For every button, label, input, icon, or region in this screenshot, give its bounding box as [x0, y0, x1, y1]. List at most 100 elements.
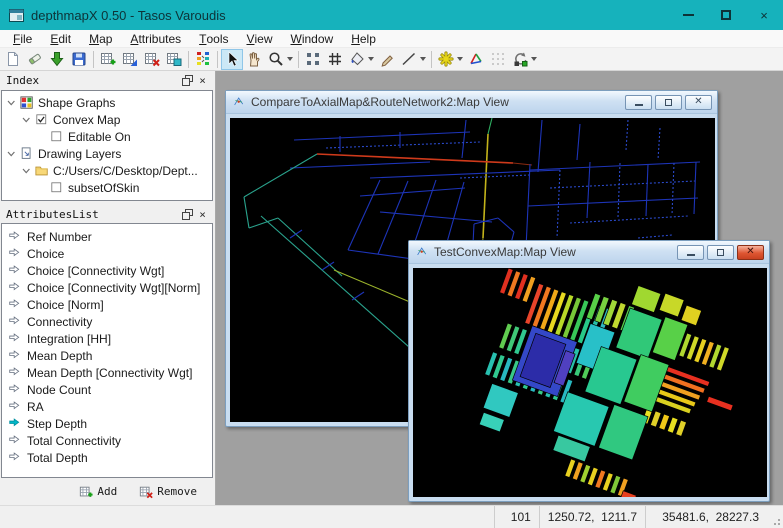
attribute-item-total-depth[interactable]: Total Depth	[2, 449, 212, 466]
attribute-item-ref-number[interactable]: Ref Number	[2, 228, 212, 245]
attribute-item-step-depth[interactable]: Step Depth	[2, 415, 212, 432]
mdi-maximize-button[interactable]	[655, 95, 682, 110]
import-button[interactable]	[46, 49, 68, 70]
attributes-float-icon[interactable]	[180, 207, 195, 221]
menu-tools[interactable]: Tools	[190, 30, 237, 47]
step-depth-tool-button[interactable]	[509, 49, 539, 70]
tree-item-editable-on[interactable]: Editable On	[2, 129, 212, 146]
dropdown-caret-icon[interactable]	[420, 57, 426, 61]
tree-item-subsetofskin[interactable]: subsetOfSkin	[2, 180, 212, 197]
mdi-close-button[interactable]: ✕	[685, 95, 712, 110]
close-button[interactable]: ×	[745, 0, 783, 30]
attribute-item-connectivity[interactable]: Connectivity	[2, 313, 212, 330]
tree-item-drawing-layers[interactable]: Drawing Layers	[2, 146, 212, 163]
attribute-item-mean-depth-connectivity-wgt[interactable]: Mean Depth [Connectivity Wgt]	[2, 364, 212, 381]
attribute-item-choice-norm[interactable]: Choice [Norm]	[2, 296, 212, 313]
mdi-title-bar[interactable]: CompareToAxialMap&RouteNetwork2:Map View…	[226, 91, 717, 114]
menu-file[interactable]: File	[4, 30, 41, 47]
main-area: Index × Shape GraphsConvex MapEditable O…	[0, 71, 783, 505]
attribute-item-total-connectivity[interactable]: Total Connectivity	[2, 432, 212, 449]
attribute-label: Choice [Norm]	[27, 298, 104, 312]
menu-help[interactable]: Help	[342, 30, 385, 47]
add-attribute-button[interactable]: Add	[79, 485, 117, 499]
attribute-label: Mean Depth [Connectivity Wgt]	[27, 366, 192, 380]
attribute-label: RA	[27, 400, 44, 414]
checkbox-checked-icon[interactable]	[35, 113, 49, 127]
point-grid-button[interactable]	[487, 49, 509, 70]
push-map-button[interactable]	[119, 49, 141, 70]
attribute-item-ra[interactable]: RA	[2, 398, 212, 415]
attributes-list: Ref NumberChoice Choice [Connectivity Wgt…	[1, 223, 213, 478]
step-depth-tool-icon	[512, 51, 528, 67]
checkbox-icon[interactable]	[50, 181, 64, 195]
attribute-item-choice-connectivity-wgt[interactable]: Choice [Connectivity Wgt]	[2, 262, 212, 279]
attribute-item-choice[interactable]: Choice	[2, 245, 212, 262]
mdi-maximize-button[interactable]	[707, 245, 734, 260]
window-title: depthmapX 0.50 - Tasos Varoudis	[31, 8, 669, 23]
window-controls: ×	[669, 0, 783, 30]
remove-attribute-button[interactable]: Remove	[139, 485, 197, 499]
dropdown-caret-icon[interactable]	[531, 57, 537, 61]
attribute-label: Choice [Connectivity Wgt]	[27, 264, 164, 278]
attribute-arrow-icon	[8, 366, 22, 380]
zoom-extents-icon	[305, 51, 321, 67]
show-grid-button[interactable]	[324, 49, 346, 70]
open-file-button[interactable]	[24, 49, 46, 70]
attribute-item-integration-hh[interactable]: Integration [HH]	[2, 330, 212, 347]
tree-item-c-users-c-desktop-dept[interactable]: C:/Users/C/Desktop/Dept...	[2, 163, 212, 180]
save-button[interactable]	[68, 49, 90, 70]
zoom-extents-button[interactable]	[302, 49, 324, 70]
delete-map-button[interactable]	[141, 49, 163, 70]
toolbar	[0, 48, 783, 71]
maximize-button[interactable]	[707, 0, 745, 30]
new-map-button[interactable]	[97, 49, 119, 70]
convert-map-button[interactable]	[163, 49, 185, 70]
menu-edit[interactable]: Edit	[41, 30, 80, 47]
attributes-close-icon[interactable]: ×	[195, 207, 210, 221]
add-icon	[79, 485, 93, 499]
attribute-item-node-count[interactable]: Node Count	[2, 381, 212, 398]
polygon-tool-button[interactable]	[465, 49, 487, 70]
zoom-button[interactable]	[265, 49, 295, 70]
status-bar: 1011250.72, 1211.735481.6, 28227.3	[0, 505, 783, 528]
index-close-icon[interactable]: ×	[195, 74, 210, 88]
pencil-draw-button[interactable]	[376, 49, 398, 70]
mdi-close-button[interactable]: ✕	[737, 245, 764, 260]
attribute-selected-arrow-icon	[8, 417, 22, 431]
menu-window[interactable]: Window	[282, 30, 343, 47]
attribute-arrow-icon	[8, 434, 22, 448]
dropdown-caret-icon[interactable]	[287, 57, 293, 61]
minimize-button[interactable]	[669, 0, 707, 30]
menu-view[interactable]: View	[237, 30, 281, 47]
axial-map-tools-button[interactable]	[435, 49, 465, 70]
resize-grip[interactable]	[767, 506, 783, 528]
line-draw-button[interactable]	[398, 49, 428, 70]
attribute-arrow-icon	[8, 451, 22, 465]
fill-button[interactable]	[346, 49, 376, 70]
checkbox-icon[interactable]	[50, 130, 64, 144]
mdi-minimize-button[interactable]	[625, 95, 652, 110]
attribute-arrow-icon	[8, 400, 22, 414]
menu-bar: FileEditMapAttributesToolsViewWindowHelp	[0, 30, 783, 48]
index-float-icon[interactable]	[180, 74, 195, 88]
new-file-icon	[5, 51, 21, 67]
convex-map-canvas[interactable]	[409, 268, 769, 497]
new-map-icon	[100, 51, 116, 67]
recolour-range-button[interactable]	[192, 49, 214, 70]
dropdown-caret-icon[interactable]	[368, 57, 374, 61]
menu-attributes[interactable]: Attributes	[121, 30, 190, 47]
pan-button[interactable]	[243, 49, 265, 70]
menu-map[interactable]: Map	[80, 30, 121, 47]
attribute-label: Mean Depth	[27, 349, 92, 363]
tree-item-convex-map[interactable]: Convex Map	[2, 112, 212, 129]
mdi-title-bar[interactable]: TestConvexMap:Map View ✕	[409, 241, 769, 264]
mdi-area: CompareToAxialMap&RouteNetwork2:Map View…	[216, 71, 783, 505]
attribute-item-mean-depth[interactable]: Mean Depth	[2, 347, 212, 364]
tree-item-shape-graphs[interactable]: Shape Graphs	[2, 95, 212, 112]
select-button[interactable]	[221, 49, 243, 70]
mdi-minimize-button[interactable]	[677, 245, 704, 260]
new-file-button[interactable]	[2, 49, 24, 70]
attribute-arrow-icon	[8, 230, 22, 244]
attribute-item-choice-connectivity-wgt-norm[interactable]: Choice [Connectivity Wgt][Norm]	[2, 279, 212, 296]
dropdown-caret-icon[interactable]	[457, 57, 463, 61]
